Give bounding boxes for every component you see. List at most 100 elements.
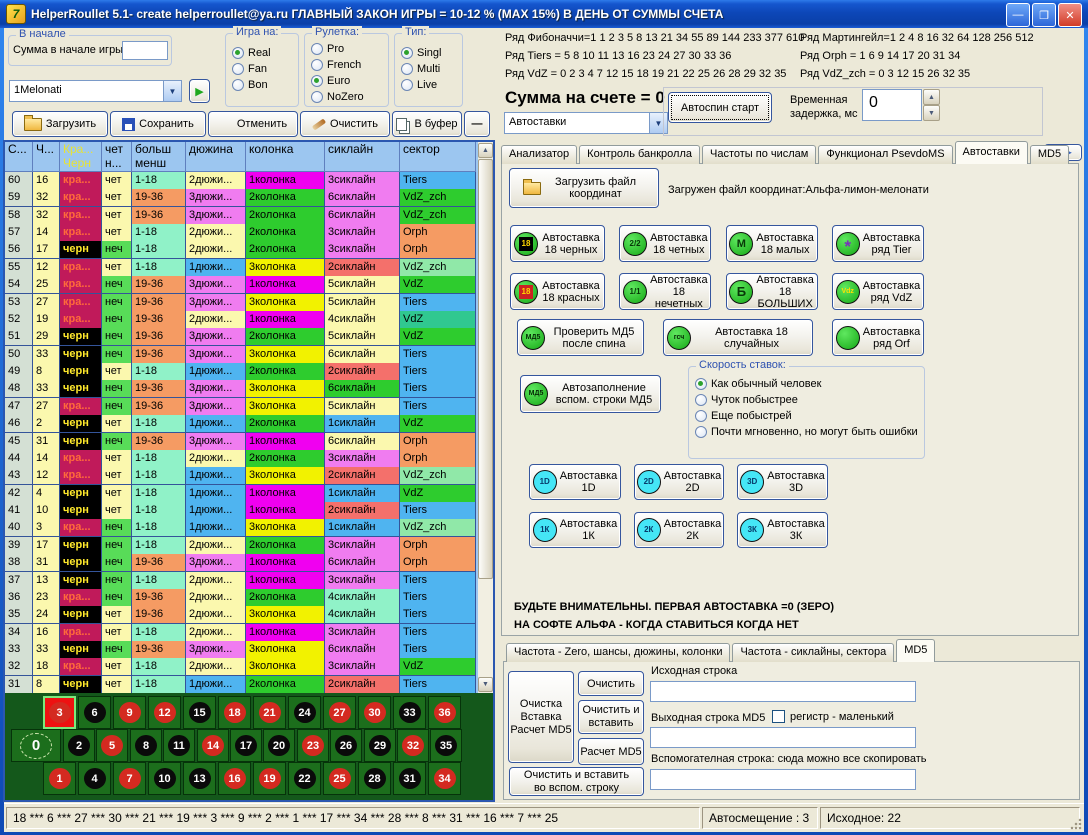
table-cell[interactable]: неч (102, 519, 132, 537)
table-cell[interactable]: 8 (33, 676, 60, 693)
table-cell[interactable]: 1колонка (246, 485, 325, 503)
table-cell[interactable]: Orph (400, 554, 476, 572)
table-cell[interactable]: Tiers (400, 572, 476, 590)
bet-button[interactable]: Автоставка ряд Orf (832, 319, 924, 356)
table-cell[interactable]: 2дюжи... (186, 241, 246, 259)
table-cell[interactable]: VdZ (400, 658, 476, 676)
table-cell[interactable]: 1колонка (246, 554, 325, 572)
table-cell[interactable]: 1-18 (132, 519, 186, 537)
board-cell-24[interactable]: 24 (288, 696, 321, 729)
table-cell[interactable]: неч (102, 294, 132, 312)
table-cell[interactable]: 3колонка (246, 467, 325, 485)
table-cell[interactable]: 3дюжи... (186, 433, 246, 451)
source-string-input[interactable] (650, 681, 916, 702)
radio-option[interactable]: Fan (226, 61, 298, 77)
tab-Функционал PsevdoMS[interactable]: Функционал PsevdoMS (818, 145, 952, 164)
table-cell[interactable]: 6сиклайн (325, 346, 400, 364)
table-cell[interactable]: 1-18 (132, 658, 186, 676)
table-cell[interactable]: 2дюжи... (186, 450, 246, 468)
bet-button[interactable]: 2DАвтоставка 2D (634, 464, 724, 500)
table-cell[interactable]: VdZ_zch (400, 207, 476, 225)
table-cell[interactable]: 2дюжи... (186, 537, 246, 555)
radio-option[interactable]: Euro (305, 73, 388, 89)
table-cell[interactable]: 4 (33, 485, 60, 503)
table-cell[interactable]: неч (102, 328, 132, 346)
table-cell[interactable]: 40 (5, 519, 33, 537)
table-cell[interactable]: 2сиклайн (325, 676, 400, 693)
table-cell[interactable]: 60 (5, 172, 33, 190)
table-cell[interactable]: Tiers (400, 398, 476, 416)
table-cell[interactable]: 32 (33, 207, 60, 225)
bet-button[interactable]: 2/2Автоставка 18 четных (619, 225, 711, 262)
table-cell[interactable]: 3дюжи... (186, 207, 246, 225)
table-cell[interactable]: 38 (5, 554, 33, 572)
table-cell[interactable]: черн (60, 641, 102, 659)
table-cell[interactable]: черн (60, 554, 102, 572)
bet-button[interactable]: 1DАвтоставка 1D (529, 464, 621, 500)
bet-button[interactable]: БАвтоставка 18 БОЛЬШИХ (726, 273, 818, 310)
table-cell[interactable]: 3сиклайн (325, 537, 400, 555)
board-cell-14[interactable]: 14 (197, 729, 229, 762)
table-cell[interactable]: неч (102, 433, 132, 451)
table-cell[interactable]: кра... (60, 450, 102, 468)
table-cell[interactable]: 3сиклайн (325, 624, 400, 642)
table-cell[interactable]: VdZ_zch (400, 519, 476, 537)
table-cell[interactable]: 1колонка (246, 276, 325, 294)
table-cell[interactable]: кра... (60, 624, 102, 642)
table-cell[interactable]: 29 (33, 328, 60, 346)
table-cell[interactable]: 31 (33, 433, 60, 451)
table-cell[interactable]: 4сиклайн (325, 589, 400, 607)
maximize-button[interactable]: ❐ (1032, 3, 1056, 27)
table-cell[interactable]: 37 (5, 572, 33, 590)
board-cell-22[interactable]: 22 (288, 762, 321, 795)
table-cell[interactable]: неч (102, 572, 132, 590)
table-cell[interactable]: 3дюжи... (186, 380, 246, 398)
table-cell[interactable]: 2дюжи... (186, 658, 246, 676)
delay-spinner-value[interactable]: 0 (862, 89, 922, 121)
table-cell[interactable]: 31 (33, 554, 60, 572)
table-cell[interactable]: 3сиклайн (325, 450, 400, 468)
table-cell[interactable]: 13 (33, 572, 60, 590)
board-cell-16[interactable]: 16 (218, 762, 251, 795)
table-cell[interactable]: черн (60, 241, 102, 259)
autobets-combo[interactable]: Автоставки ▼ (504, 112, 668, 134)
table-cell[interactable]: 1колонка (246, 572, 325, 590)
board-cell-23[interactable]: 23 (297, 729, 329, 762)
table-cell[interactable]: 45 (5, 433, 33, 451)
table-cell[interactable]: черн (60, 572, 102, 590)
table-cell[interactable]: 1-18 (132, 502, 186, 520)
table-cell[interactable]: 32 (33, 189, 60, 207)
table-cell[interactable]: черн (60, 346, 102, 364)
table-cell[interactable]: чет (102, 624, 132, 642)
board-cell-26[interactable]: 26 (330, 729, 362, 762)
table-cell[interactable]: 1сиклайн (325, 519, 400, 537)
table-cell[interactable]: Tiers (400, 641, 476, 659)
table-cell[interactable]: 3дюжи... (186, 294, 246, 312)
tab-Контроль банкролла[interactable]: Контроль банкролла (579, 145, 700, 164)
table-cell[interactable]: 46 (5, 415, 33, 433)
table-cell[interactable]: 19-36 (132, 294, 186, 312)
toolbar-button-undo-arrow[interactable]: Отменить (208, 111, 298, 137)
table-cell[interactable]: 55 (5, 259, 33, 277)
board-zero-cell[interactable]: 0 (11, 729, 61, 762)
board-cell-3[interactable]: 3 (43, 696, 76, 729)
table-cell[interactable]: 1дюжи... (186, 363, 246, 381)
board-cell-31[interactable]: 31 (393, 762, 426, 795)
bet-button[interactable]: МАвтоставка 18 малых (726, 225, 818, 262)
scroll-up-icon[interactable]: ▲ (478, 143, 493, 158)
table-cell[interactable]: 36 (5, 589, 33, 607)
table-cell[interactable]: 6сиклайн (325, 380, 400, 398)
table-cell[interactable]: 3дюжи... (186, 189, 246, 207)
board-cell-7[interactable]: 7 (113, 762, 146, 795)
table-cell[interactable]: чет (102, 224, 132, 242)
table-cell[interactable]: кра... (60, 467, 102, 485)
tab-Частота - Zero, шансы, дюжины, колонки[interactable]: Частота - Zero, шансы, дюжины, колонки (506, 643, 730, 662)
table-cell[interactable]: Tiers (400, 172, 476, 190)
bet-button[interactable]: 1КАвтоставка 1К (529, 512, 621, 548)
tab-Частота - сиклайны, сектора[interactable]: Частота - сиклайны, сектора (732, 643, 894, 662)
table-cell[interactable]: 3колонка (246, 380, 325, 398)
board-cell-19[interactable]: 19 (253, 762, 286, 795)
radio-option[interactable]: Как обычный человек (689, 376, 924, 392)
table-cell[interactable]: 16 (33, 624, 60, 642)
board-cell-29[interactable]: 29 (364, 729, 396, 762)
